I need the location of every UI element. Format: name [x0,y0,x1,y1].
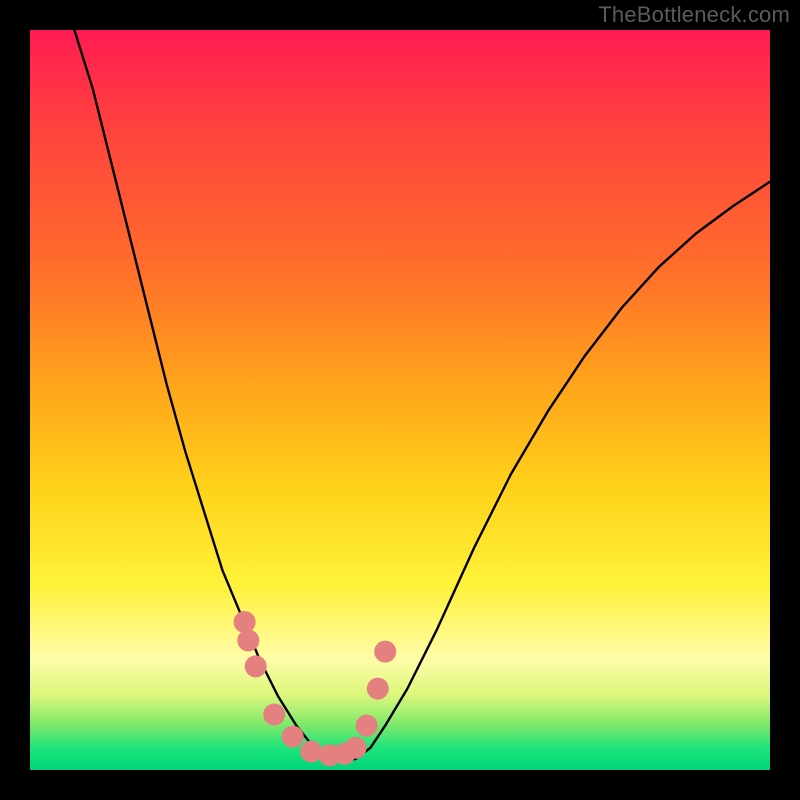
highlight-dot [234,611,256,633]
highlight-dot [282,726,304,748]
highlight-dot [245,655,267,677]
highlight-dot [374,641,396,663]
highlight-dot [367,678,389,700]
highlight-dot [300,741,322,763]
highlight-dot [237,630,259,652]
highlight-dot [356,715,378,737]
main-curve-path [74,30,770,761]
chart-frame: TheBottleneck.com [0,0,800,800]
highlight-dot [345,737,367,759]
bottleneck-curve [74,30,770,761]
highlight-dot [263,704,285,726]
highlight-dots [234,611,397,766]
curve-svg [30,30,770,770]
plot-area [30,30,770,770]
watermark-text: TheBottleneck.com [598,2,790,28]
